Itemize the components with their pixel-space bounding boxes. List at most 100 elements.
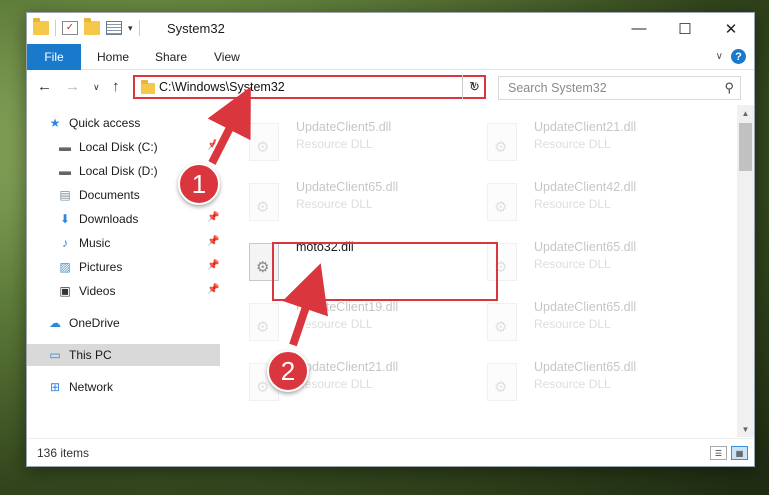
sidebar-item-label: OneDrive — [69, 316, 120, 330]
forward-arrow-icon[interactable]: → — [65, 78, 80, 95]
properties-icon[interactable] — [106, 21, 122, 35]
step-1-badge: 1 — [178, 163, 220, 205]
file-highlight-box — [272, 242, 498, 301]
file-item[interactable]: UpdateClient65.dll Resource DLL — [485, 239, 705, 285]
minimize-button[interactable]: — — [616, 13, 662, 44]
folder-icon[interactable] — [33, 18, 49, 35]
file-type: Resource DLL — [296, 197, 373, 211]
sidebar-item-label: Videos — [79, 284, 116, 298]
file-type: Resource DLL — [296, 137, 373, 151]
sidebar-item-label: Downloads — [79, 212, 139, 226]
tab-file[interactable]: File — [27, 44, 81, 70]
maximize-button[interactable]: ☐ — [662, 13, 708, 44]
file-type: Resource DLL — [296, 377, 373, 391]
file-type: Resource DLL — [534, 257, 611, 271]
window-controls: — ☐ ✕ — [616, 13, 754, 44]
documents-icon: ▤ — [59, 188, 71, 202]
file-name: UpdateClient21.dll — [534, 120, 637, 134]
file-item[interactable]: UpdateClient21.dll Resource DLL — [485, 119, 705, 165]
expand-ribbon-chevron-icon[interactable]: ∨ — [716, 51, 723, 62]
refresh-icon[interactable]: ↻ — [462, 75, 486, 99]
back-arrow-icon[interactable]: ← — [37, 78, 52, 95]
item-count: 136 items — [37, 446, 90, 460]
pin-icon[interactable]: 📌 — [207, 284, 219, 295]
pin-icon[interactable]: 📌 — [207, 140, 219, 151]
star-icon: ★ — [49, 116, 61, 130]
file-name: UpdateClient5.dll — [296, 120, 392, 134]
scrollbar-thumb[interactable] — [739, 123, 752, 171]
sidebar-item-local-disk-c[interactable]: ▬ Local Disk (C:) — [57, 136, 222, 158]
file-type: Resource DLL — [534, 197, 611, 211]
new-folder-icon[interactable] — [84, 18, 100, 35]
sidebar-item-music[interactable]: ♪ Music — [57, 232, 222, 254]
dll-file-icon — [487, 303, 517, 341]
search-placeholder: Search System32 — [508, 81, 607, 95]
file-item[interactable]: UpdateClient65.dll Resource DLL — [247, 179, 467, 225]
scroll-up-icon[interactable]: ▲ — [737, 105, 754, 121]
quick-access-toolbar: ✓ ▾ — [33, 18, 140, 36]
network-icon: ⊞ — [49, 380, 61, 394]
dll-file-icon — [249, 303, 279, 341]
tab-view[interactable]: View — [214, 50, 240, 64]
up-arrow-icon[interactable]: ↑ — [112, 78, 120, 95]
pin-icon[interactable]: 📌 — [207, 212, 219, 223]
download-icon: ⬇ — [59, 212, 71, 226]
scroll-down-icon[interactable]: ▼ — [737, 421, 754, 437]
search-icon[interactable]: ⚲ — [724, 80, 734, 96]
sidebar-item-pictures[interactable]: ▨ Pictures — [57, 256, 222, 278]
vertical-scrollbar[interactable]: ▲ ▼ — [737, 105, 754, 437]
sidebar-item-label: Network — [69, 380, 114, 394]
file-type: Resource DLL — [296, 317, 373, 331]
sidebar-item-label: Quick access — [69, 116, 141, 130]
details-view-icon[interactable]: ☰ — [710, 446, 727, 460]
pictures-icon: ▨ — [59, 260, 71, 274]
file-item[interactable]: UpdateClient65.dll Resource DLL — [485, 299, 705, 345]
search-input[interactable]: Search System32 ⚲ — [498, 76, 741, 100]
navigation-bar: ← → ∨ ↑ C:\Windows\System32 ∨ ↻ Search S… — [27, 71, 754, 103]
sidebar-item-downloads[interactable]: ⬇ Downloads — [57, 208, 222, 230]
tab-share[interactable]: Share — [155, 50, 187, 64]
file-name: UpdateClient65.dll — [534, 240, 637, 254]
help-icon[interactable]: ? — [731, 49, 746, 64]
sidebar-item-quick-access[interactable]: ★ Quick access — [47, 112, 222, 134]
toolbar-divider — [138, 20, 140, 36]
file-type: Resource DLL — [534, 377, 611, 391]
file-name: UpdateClient65.dll — [296, 180, 399, 194]
file-list: UpdateClient5.dll Resource DLL UpdateCli… — [245, 105, 736, 437]
folder-icon — [141, 80, 155, 94]
videos-icon: ▣ — [59, 284, 71, 298]
dll-file-icon — [249, 123, 279, 161]
pin-icon[interactable]: 📌 — [207, 236, 219, 247]
address-bar[interactable]: C:\Windows\System32 ∨ — [133, 75, 486, 99]
sidebar-item-this-pc[interactable]: ▭ This PC — [27, 344, 220, 366]
dll-file-icon — [487, 183, 517, 221]
tab-home[interactable]: Home — [97, 50, 129, 64]
status-bar: 136 items ☰ ▦ — [27, 438, 754, 466]
address-path[interactable]: C:\Windows\System32 — [159, 80, 285, 94]
close-button[interactable]: ✕ — [708, 13, 754, 44]
drive-icon: ▬ — [59, 140, 71, 154]
file-item[interactable]: UpdateClient5.dll Resource DLL — [247, 119, 467, 165]
sidebar-item-videos[interactable]: ▣ Videos — [57, 280, 222, 302]
file-name: UpdateClient42.dll — [534, 180, 637, 194]
explorer-window: ✓ ▾ System32 — ☐ ✕ File Home Share View … — [26, 12, 755, 467]
pc-icon: ▭ — [49, 348, 61, 362]
sidebar-item-onedrive[interactable]: ☁ OneDrive — [47, 312, 222, 334]
file-item[interactable]: UpdateClient42.dll Resource DLL — [485, 179, 705, 225]
toolbar-divider — [55, 20, 56, 36]
onedrive-icon: ☁ — [49, 316, 61, 330]
sidebar-item-label: Pictures — [79, 260, 123, 274]
large-icons-view-icon[interactable]: ▦ — [731, 446, 748, 460]
properties-check-icon[interactable]: ✓ — [62, 21, 78, 35]
file-type: Resource DLL — [534, 317, 611, 331]
file-item[interactable]: UpdateClient19.dll Resource DLL — [247, 299, 467, 345]
file-name: UpdateClient65.dll — [534, 300, 637, 314]
recent-locations-chevron-icon[interactable]: ∨ — [93, 82, 100, 93]
sidebar-item-network[interactable]: ⊞ Network — [47, 376, 222, 398]
pin-icon[interactable]: 📌 — [207, 260, 219, 271]
customize-toolbar-chevron-icon[interactable]: ▾ — [128, 23, 133, 34]
ribbon-right-controls: ∨ ? — [716, 49, 746, 64]
file-item[interactable]: UpdateClient65.dll Resource DLL — [485, 359, 705, 405]
dll-file-icon — [487, 363, 517, 401]
sidebar-item-label: Local Disk (C:) — [79, 140, 158, 154]
